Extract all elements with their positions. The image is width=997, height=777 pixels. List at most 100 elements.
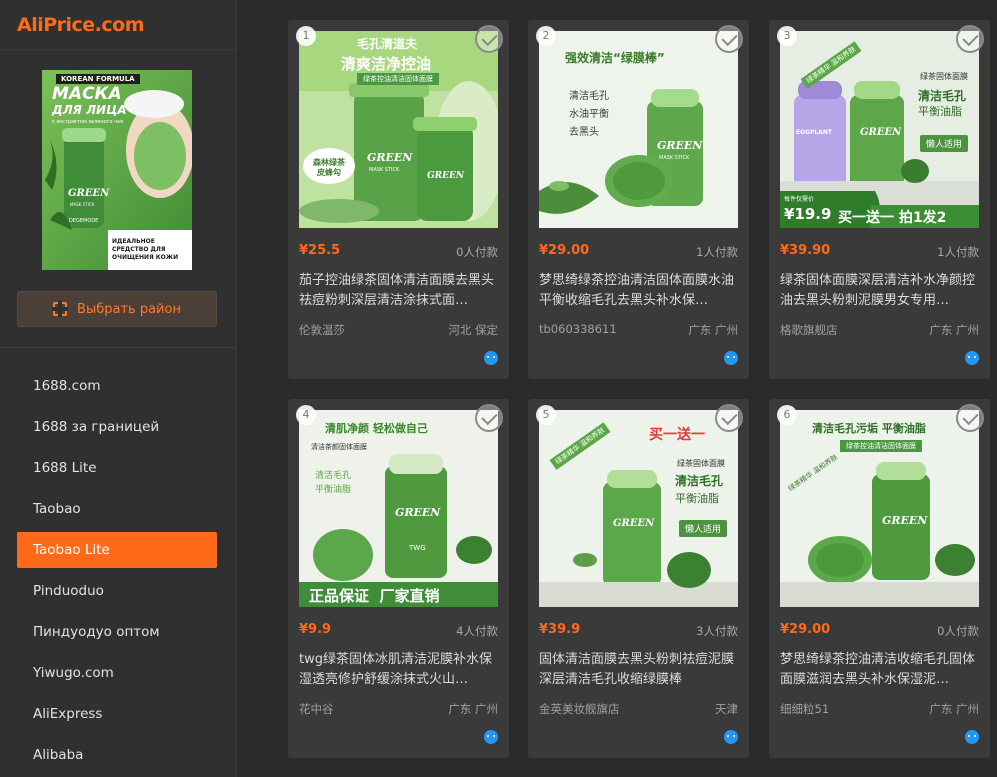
select-checkbox-icon[interactable] xyxy=(475,25,503,53)
select-checkbox-icon[interactable] xyxy=(956,25,984,53)
product-card[interactable]: 毛孔清道夫 清爽洁净控油 绿茶控油清洁固体面膜 森林绿茶 皮蜂勾 GREEN G… xyxy=(288,20,509,379)
product-card[interactable]: 清洁毛孔污垢 平衡油脂 绿茶控油清洁固体面膜 绿茶精华 温和养肤 GREEN 6… xyxy=(769,399,990,758)
sold-count: 0人付款 xyxy=(456,245,498,259)
product-image[interactable]: 毛孔清道夫 清爽洁净控油 绿茶控油清洁固体面膜 森林绿茶 皮蜂勾 GREEN G… xyxy=(299,31,498,228)
image-text-line2: 平衡油脂 xyxy=(315,485,352,495)
stick-word: GREEN xyxy=(882,514,928,527)
thumbnail-stick-brand: DEGEMODE xyxy=(69,218,99,224)
shop-location: 河北 保定 xyxy=(448,323,498,337)
chat-icon[interactable] xyxy=(484,351,498,365)
image-text-line1: 清洁毛孔 xyxy=(918,89,967,103)
product-image[interactable]: 清肌净颜 轻松做自己 清洁茶颜固体面膜 清洁毛孔 平衡油脂 GREEN TWG … xyxy=(299,410,498,607)
bullet-1: 清洁毛孔 xyxy=(569,91,609,102)
stick-sub: MASK STICK xyxy=(369,167,400,173)
product-index: 4 xyxy=(296,405,316,425)
chat-icon[interactable] xyxy=(724,730,738,744)
stick-sub: TWG xyxy=(409,544,426,552)
nav-item-aliexpress[interactable]: AliExpress xyxy=(17,696,217,732)
nav-item-taobao-lite[interactable]: Taobao Lite xyxy=(17,532,217,568)
region-frame-icon xyxy=(52,301,69,317)
shop-name[interactable]: 花中谷 xyxy=(299,701,334,717)
thumbnail-stick-sub: MASK STICK xyxy=(70,202,95,207)
stick-word: GREEN xyxy=(367,151,413,164)
product-card[interactable]: 绿茶精华 温和养肤 绿茶固体面膜 清洁毛孔 平衡油脂 懒人适用 GREEN EG… xyxy=(769,20,990,379)
select-checkbox-icon[interactable] xyxy=(475,404,503,432)
product-image[interactable]: 买一送一 绿茶精华 温和养肤 绿茶固体面膜 清洁毛孔 平衡油脂 懒人适用 GRE… xyxy=(539,410,738,607)
image-text-band: 绿茶控油清洁固体面膜 xyxy=(840,440,922,452)
shop-name[interactable]: 金英美妆舰旗店 xyxy=(539,701,620,717)
product-card[interactable]: 买一送一 绿茶精华 温和养肤 绿茶固体面膜 清洁毛孔 平衡油脂 懒人适用 GRE… xyxy=(528,399,749,758)
image-text-side: 绿茶固体面膜 xyxy=(677,459,725,468)
aliprice-logo[interactable]: AliPrice.com xyxy=(0,0,236,50)
product-title[interactable]: 绿茶固体面膜深层清洁补水净颜控油去黑头粉刺泥膜男女专用… xyxy=(780,271,979,311)
product-title[interactable]: 梦思绮绿茶控油清洁固体面膜水油平衡收缩毛孔去黑头补水保… xyxy=(539,271,738,311)
nav-item-alibaba[interactable]: Alibaba xyxy=(17,737,217,773)
image-text-top2: 清爽洁净控油 xyxy=(341,55,432,73)
product-index: 6 xyxy=(777,405,797,425)
sold-count: 1人付款 xyxy=(937,245,979,259)
product-price: ¥39.9 xyxy=(539,622,581,637)
product-price: ¥25.5 xyxy=(299,243,341,258)
image-text-band: 清洁茶颜固体面膜 xyxy=(311,443,367,451)
chat-icon[interactable] xyxy=(484,730,498,744)
nav-item-pinduoduo[interactable]: Pinduoduo xyxy=(17,573,217,609)
shop-location: 天津 xyxy=(715,702,738,716)
product-price: ¥29.00 xyxy=(539,243,590,258)
chat-icon[interactable] xyxy=(965,730,979,744)
image-text-top1: 清肌净颜 轻松做自己 xyxy=(325,422,428,435)
product-price: ¥39.90 xyxy=(780,243,831,258)
image-text-badge: 森林绿茶 皮蜂勾 xyxy=(313,158,345,177)
nav-item-1688-lite[interactable]: 1688 Lite xyxy=(17,450,217,486)
stick-word: GREEN xyxy=(860,127,902,138)
nav-item-1688-abroad[interactable]: 1688 за границей xyxy=(17,409,217,445)
select-checkbox-icon[interactable] xyxy=(956,404,984,432)
shop-name[interactable]: 格歌旗舰店 xyxy=(780,322,838,338)
image-text-promo: 买一送一 拍1发2 xyxy=(838,210,947,226)
shop-name[interactable]: 细细粒51 xyxy=(780,701,829,717)
select-region-button[interactable]: Выбрать район xyxy=(17,291,217,327)
product-index: 2 xyxy=(536,26,556,46)
product-title[interactable]: 梦思绮绿茶控油清洁收缩毛孔固体面膜滋润去黑头补水保湿泥… xyxy=(780,650,979,690)
stick-word: GREEN xyxy=(657,139,703,152)
select-checkbox-icon[interactable] xyxy=(715,404,743,432)
product-image[interactable]: 清洁毛孔污垢 平衡油脂 绿茶控油清洁固体面膜 绿茶精华 温和养肤 GREEN xyxy=(780,410,979,607)
image-text-line2: 平衡油脂 xyxy=(675,492,719,505)
stick-word-2: GREEN xyxy=(427,171,465,181)
chat-icon[interactable] xyxy=(724,351,738,365)
thumbnail-subtitle: с экстрактом зеленого чая xyxy=(52,119,123,125)
sold-count: 4人付款 xyxy=(456,624,498,638)
stick-word: GREEN xyxy=(613,518,655,529)
image-text-pill: 每件仅需价 xyxy=(784,196,815,203)
product-index: 5 xyxy=(536,405,556,425)
thumbnail-title-2: ДЛЯ ЛИЦА xyxy=(52,103,127,117)
stick2-word: EGGPLANT xyxy=(796,129,832,136)
image-text-price: ¥19.9 xyxy=(784,205,832,223)
stick-sub: MASK STICK xyxy=(659,155,690,161)
shop-location: 广东 广州 xyxy=(688,323,738,337)
product-card[interactable]: 强效清洁“绿膜棒” 清洁毛孔 水油平衡 去黑头 GREEN MASK STICK… xyxy=(528,20,749,379)
nav-item-1688[interactable]: 1688.com xyxy=(17,368,217,404)
nav-item-yiwugo[interactable]: Yiwugo.com xyxy=(17,655,217,691)
select-checkbox-icon[interactable] xyxy=(715,25,743,53)
sold-count: 3人付款 xyxy=(696,624,738,638)
select-region-label: Выбрать район xyxy=(77,301,181,317)
chat-icon[interactable] xyxy=(965,351,979,365)
bullet-3: 去黑头 xyxy=(569,127,599,138)
product-title[interactable]: 茄子控油绿茶固体清洁面膜去黑头祛痘粉刺深层清洁涂抹式面… xyxy=(299,271,498,311)
product-image[interactable]: 绿茶精华 温和养肤 绿茶固体面膜 清洁毛孔 平衡油脂 懒人适用 GREEN EG… xyxy=(780,31,979,228)
thumbnail-caption: ИДЕАЛЬНОЕ СРЕДСТВО ДЛЯ ОЧИЩЕНИЯ КОЖИ xyxy=(112,238,179,261)
nav-item-taobao[interactable]: Taobao xyxy=(17,491,217,527)
image-text-line1: 清洁毛孔 xyxy=(675,474,724,488)
product-image[interactable]: 强效清洁“绿膜棒” 清洁毛孔 水油平衡 去黑头 GREEN MASK STICK xyxy=(539,31,738,228)
image-text-tag: 懒人适用 xyxy=(920,135,969,152)
bullet-2: 水油平衡 xyxy=(569,109,609,120)
product-card[interactable]: 清肌净颜 轻松做自己 清洁茶颜固体面膜 清洁毛孔 平衡油脂 GREEN TWG … xyxy=(288,399,509,758)
product-title[interactable]: 固体清洁面膜去黑头粉刺祛痘泥膜深层清洁毛孔收缩绿膜棒 xyxy=(539,650,738,690)
shop-name[interactable]: tb060338611 xyxy=(539,322,617,336)
product-title[interactable]: twg绿茶固体冰肌清洁泥膜补水保湿透亮修护舒缓涂抹式火山… xyxy=(299,650,498,690)
shop-name[interactable]: 伦敦温莎 xyxy=(299,322,345,338)
thumbnail-badge: KOREAN FORMULA xyxy=(56,74,140,84)
image-text-top1: 强效清洁“绿膜棒” xyxy=(565,51,665,65)
product-illustration xyxy=(539,410,738,607)
nav-item-pinduoduo-wholesale[interactable]: Пиндуодуо оптом xyxy=(17,614,217,650)
